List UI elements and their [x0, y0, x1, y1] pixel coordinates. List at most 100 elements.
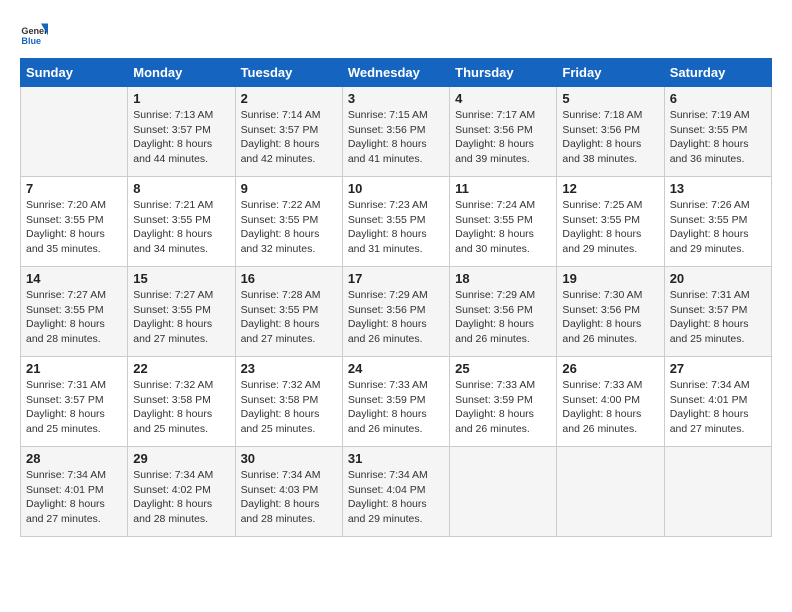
day-number: 19 [562, 271, 658, 286]
day-cell: 6 Sunrise: 7:19 AM Sunset: 3:55 PM Daylig… [664, 87, 771, 177]
day-info: Sunrise: 7:34 AM Sunset: 4:01 PM Dayligh… [26, 468, 122, 527]
day-number: 11 [455, 181, 551, 196]
day-cell: 31 Sunrise: 7:34 AM Sunset: 4:04 PM Dayli… [342, 447, 449, 537]
day-info: Sunrise: 7:20 AM Sunset: 3:55 PM Dayligh… [26, 198, 122, 257]
day-info: Sunrise: 7:13 AM Sunset: 3:57 PM Dayligh… [133, 108, 229, 167]
day-cell: 15 Sunrise: 7:27 AM Sunset: 3:55 PM Dayli… [128, 267, 235, 357]
col-header-sunday: Sunday [21, 59, 128, 87]
day-number: 16 [241, 271, 337, 286]
day-info: Sunrise: 7:31 AM Sunset: 3:57 PM Dayligh… [670, 288, 766, 347]
day-number: 30 [241, 451, 337, 466]
header: General Blue [20, 20, 772, 48]
week-row-3: 14 Sunrise: 7:27 AM Sunset: 3:55 PM Dayli… [21, 267, 772, 357]
day-cell [557, 447, 664, 537]
day-number: 3 [348, 91, 444, 106]
day-number: 7 [26, 181, 122, 196]
day-cell: 3 Sunrise: 7:15 AM Sunset: 3:56 PM Daylig… [342, 87, 449, 177]
day-info: Sunrise: 7:33 AM Sunset: 3:59 PM Dayligh… [348, 378, 444, 437]
day-info: Sunrise: 7:14 AM Sunset: 3:57 PM Dayligh… [241, 108, 337, 167]
day-cell: 25 Sunrise: 7:33 AM Sunset: 3:59 PM Dayli… [450, 357, 557, 447]
day-number: 12 [562, 181, 658, 196]
day-number: 28 [26, 451, 122, 466]
day-number: 17 [348, 271, 444, 286]
day-info: Sunrise: 7:33 AM Sunset: 3:59 PM Dayligh… [455, 378, 551, 437]
col-header-tuesday: Tuesday [235, 59, 342, 87]
day-info: Sunrise: 7:25 AM Sunset: 3:55 PM Dayligh… [562, 198, 658, 257]
day-number: 25 [455, 361, 551, 376]
day-info: Sunrise: 7:15 AM Sunset: 3:56 PM Dayligh… [348, 108, 444, 167]
day-cell: 8 Sunrise: 7:21 AM Sunset: 3:55 PM Daylig… [128, 177, 235, 267]
day-number: 26 [562, 361, 658, 376]
day-cell: 30 Sunrise: 7:34 AM Sunset: 4:03 PM Dayli… [235, 447, 342, 537]
day-number: 8 [133, 181, 229, 196]
logo: General Blue [20, 20, 52, 48]
day-cell: 29 Sunrise: 7:34 AM Sunset: 4:02 PM Dayli… [128, 447, 235, 537]
day-number: 15 [133, 271, 229, 286]
day-info: Sunrise: 7:17 AM Sunset: 3:56 PM Dayligh… [455, 108, 551, 167]
day-cell [664, 447, 771, 537]
day-cell: 23 Sunrise: 7:32 AM Sunset: 3:58 PM Dayli… [235, 357, 342, 447]
week-row-2: 7 Sunrise: 7:20 AM Sunset: 3:55 PM Daylig… [21, 177, 772, 267]
day-info: Sunrise: 7:34 AM Sunset: 4:04 PM Dayligh… [348, 468, 444, 527]
day-number: 1 [133, 91, 229, 106]
week-row-5: 28 Sunrise: 7:34 AM Sunset: 4:01 PM Dayli… [21, 447, 772, 537]
day-info: Sunrise: 7:26 AM Sunset: 3:55 PM Dayligh… [670, 198, 766, 257]
day-cell: 12 Sunrise: 7:25 AM Sunset: 3:55 PM Dayli… [557, 177, 664, 267]
day-number: 29 [133, 451, 229, 466]
col-header-thursday: Thursday [450, 59, 557, 87]
day-info: Sunrise: 7:32 AM Sunset: 3:58 PM Dayligh… [241, 378, 337, 437]
day-info: Sunrise: 7:27 AM Sunset: 3:55 PM Dayligh… [26, 288, 122, 347]
day-cell: 7 Sunrise: 7:20 AM Sunset: 3:55 PM Daylig… [21, 177, 128, 267]
day-cell: 14 Sunrise: 7:27 AM Sunset: 3:55 PM Dayli… [21, 267, 128, 357]
day-cell: 9 Sunrise: 7:22 AM Sunset: 3:55 PM Daylig… [235, 177, 342, 267]
day-number: 13 [670, 181, 766, 196]
day-info: Sunrise: 7:31 AM Sunset: 3:57 PM Dayligh… [26, 378, 122, 437]
day-info: Sunrise: 7:33 AM Sunset: 4:00 PM Dayligh… [562, 378, 658, 437]
day-info: Sunrise: 7:29 AM Sunset: 3:56 PM Dayligh… [455, 288, 551, 347]
day-number: 14 [26, 271, 122, 286]
day-cell: 17Sunrise: 7:29 AM Sunset: 3:56 PM Dayli… [342, 267, 449, 357]
day-cell: 1 Sunrise: 7:13 AM Sunset: 3:57 PM Daylig… [128, 87, 235, 177]
day-number: 9 [241, 181, 337, 196]
day-info: Sunrise: 7:34 AM Sunset: 4:01 PM Dayligh… [670, 378, 766, 437]
day-number: 21 [26, 361, 122, 376]
day-cell: 19 Sunrise: 7:30 AM Sunset: 3:56 PM Dayli… [557, 267, 664, 357]
day-cell: 20Sunrise: 7:31 AM Sunset: 3:57 PM Dayli… [664, 267, 771, 357]
svg-text:Blue: Blue [21, 36, 41, 46]
day-number: 31 [348, 451, 444, 466]
day-cell: 2Sunrise: 7:14 AM Sunset: 3:57 PM Daylig… [235, 87, 342, 177]
day-number: 23 [241, 361, 337, 376]
day-number: 10 [348, 181, 444, 196]
day-cell: 5 Sunrise: 7:18 AM Sunset: 3:56 PM Daylig… [557, 87, 664, 177]
week-row-4: 21 Sunrise: 7:31 AM Sunset: 3:57 PM Dayli… [21, 357, 772, 447]
day-info: Sunrise: 7:23 AM Sunset: 3:55 PM Dayligh… [348, 198, 444, 257]
day-cell: 22 Sunrise: 7:32 AM Sunset: 3:58 PM Dayli… [128, 357, 235, 447]
day-info: Sunrise: 7:24 AM Sunset: 3:55 PM Dayligh… [455, 198, 551, 257]
day-cell [21, 87, 128, 177]
day-number: 22 [133, 361, 229, 376]
day-number: 4 [455, 91, 551, 106]
day-cell: 26 Sunrise: 7:33 AM Sunset: 4:00 PM Dayli… [557, 357, 664, 447]
day-number: 24 [348, 361, 444, 376]
day-info: Sunrise: 7:22 AM Sunset: 3:55 PM Dayligh… [241, 198, 337, 257]
day-number: 6 [670, 91, 766, 106]
day-cell: 28 Sunrise: 7:34 AM Sunset: 4:01 PM Dayli… [21, 447, 128, 537]
day-info: Sunrise: 7:18 AM Sunset: 3:56 PM Dayligh… [562, 108, 658, 167]
day-cell: 27 Sunrise: 7:34 AM Sunset: 4:01 PM Dayli… [664, 357, 771, 447]
col-header-friday: Friday [557, 59, 664, 87]
day-info: Sunrise: 7:19 AM Sunset: 3:55 PM Dayligh… [670, 108, 766, 167]
day-info: Sunrise: 7:32 AM Sunset: 3:58 PM Dayligh… [133, 378, 229, 437]
calendar-table: SundayMondayTuesdayWednesdayThursdayFrid… [20, 58, 772, 537]
day-number: 27 [670, 361, 766, 376]
day-info: Sunrise: 7:27 AM Sunset: 3:55 PM Dayligh… [133, 288, 229, 347]
col-header-wednesday: Wednesday [342, 59, 449, 87]
day-info: Sunrise: 7:30 AM Sunset: 3:56 PM Dayligh… [562, 288, 658, 347]
day-info: Sunrise: 7:34 AM Sunset: 4:03 PM Dayligh… [241, 468, 337, 527]
day-cell: 10 Sunrise: 7:23 AM Sunset: 3:55 PM Dayli… [342, 177, 449, 267]
day-cell: 21 Sunrise: 7:31 AM Sunset: 3:57 PM Dayli… [21, 357, 128, 447]
day-number: 5 [562, 91, 658, 106]
col-header-saturday: Saturday [664, 59, 771, 87]
day-cell: 16Sunrise: 7:28 AM Sunset: 3:55 PM Dayli… [235, 267, 342, 357]
day-info: Sunrise: 7:21 AM Sunset: 3:55 PM Dayligh… [133, 198, 229, 257]
day-info: Sunrise: 7:34 AM Sunset: 4:02 PM Dayligh… [133, 468, 229, 527]
